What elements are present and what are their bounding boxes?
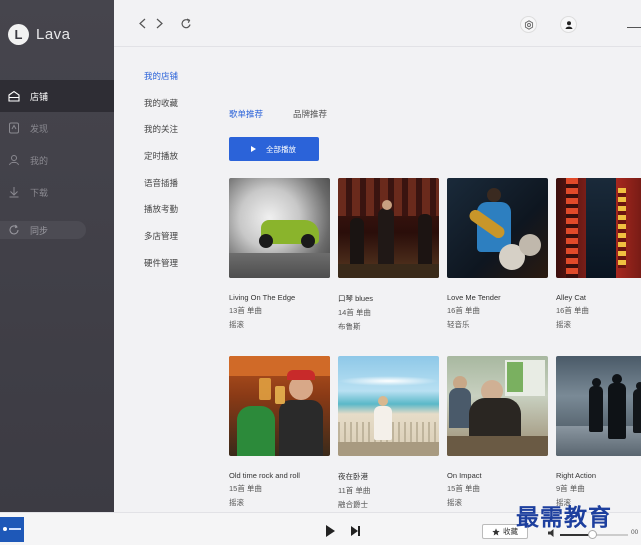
sidebar-item-discover[interactable]: 发现 [0, 112, 114, 144]
logo-icon: L [8, 24, 29, 45]
compass-icon [8, 122, 20, 134]
watermark: 最需教育 [516, 504, 612, 531]
store-icon [8, 90, 20, 102]
sidebar-item-label: 店铺 [30, 91, 49, 102]
playlist-cover[interactable] [338, 178, 439, 278]
playlist-title: Old time rock and roll [229, 471, 300, 480]
playlist-genre: 摇滚 [556, 320, 571, 329]
playlist-cover[interactable] [447, 356, 548, 456]
sidebar-item-mine[interactable]: 我的 [0, 144, 114, 176]
playlist-count: 11首 单曲 [338, 486, 371, 495]
playlist-count: 13首 单曲 [229, 306, 262, 315]
sidebar-item-sync[interactable]: 同步 [0, 221, 86, 239]
user-icon [8, 154, 20, 166]
app-name: Lava [36, 26, 71, 43]
playlist-card[interactable]: 口琴 blues 14首 单曲 布鲁斯 [338, 178, 439, 332]
playlist-card[interactable]: On Impact 15首 单曲 摇滚 [447, 356, 548, 508]
sidebar-nav: 店铺 发现 我的 下载 [0, 80, 114, 208]
subnav-item-scheduled[interactable]: 定时播放 [144, 150, 178, 177]
sidebar-item-label: 下载 [30, 187, 49, 198]
app-logo[interactable]: L Lava [8, 24, 71, 45]
playlist-genre: 轻音乐 [447, 320, 470, 329]
subnav-item-favorites[interactable]: 我的收藏 [144, 97, 178, 124]
playlist-title: 口琴 blues [338, 294, 374, 303]
playlist-genre: 融合爵士 [338, 500, 368, 509]
playlist-card[interactable]: Old time rock and roll 15首 单曲 摇滚 [229, 356, 330, 508]
tab-playlist-recommend[interactable]: 歌单推荐 [229, 108, 263, 120]
sidebar-item-label: 同步 [30, 225, 49, 236]
play-all-label: 全部播放 [266, 144, 296, 154]
tab-brand-recommend[interactable]: 品牌推荐 [293, 108, 327, 120]
playlist-cover[interactable] [229, 356, 330, 456]
playlist-title: 夜在卧港 [338, 472, 368, 481]
playlist-count: 16首 单曲 [447, 306, 480, 315]
download-icon [8, 186, 20, 198]
playlist-card[interactable]: Living On The Edge 13首 单曲 摇滚 [229, 178, 330, 330]
playlist-count: 15首 单曲 [447, 484, 480, 493]
chevron-left-icon[interactable] [138, 18, 147, 31]
playlist-cover[interactable] [447, 178, 548, 278]
subnav-item-following[interactable]: 我的关注 [144, 123, 178, 150]
playback-time: 00 [631, 529, 639, 536]
play-icon[interactable] [326, 525, 335, 537]
subnav-item-attendance[interactable]: 播放考勤 [144, 203, 178, 230]
playlist-count: 14首 单曲 [338, 308, 371, 317]
refresh-icon[interactable] [180, 18, 192, 32]
subnav-item-my-store[interactable]: 我的店铺 [144, 70, 178, 97]
playlist-cover[interactable] [556, 178, 641, 278]
sidebar: L Lava 店铺 发现 我的 下载 同步 [0, 0, 114, 512]
playlist-genre: 摇滚 [229, 498, 244, 507]
store-subnav: 我的店铺 我的收藏 我的关注 定时播放 语音插播 播放考勤 多店管理 硬件管理 [144, 70, 178, 284]
play-icon [251, 146, 256, 152]
playlist-count: 16首 单曲 [556, 306, 589, 315]
sidebar-item-label: 我的 [30, 155, 49, 166]
minimize-icon[interactable] [627, 27, 641, 28]
star-icon [492, 527, 500, 535]
playlist-count: 9首 单曲 [556, 484, 585, 493]
user-icon [565, 20, 572, 29]
playlist-card[interactable]: Right Action 9首 单曲 摇滚 [556, 356, 641, 508]
playlist-title: Love Me Tender [447, 293, 501, 302]
playlist-title: Living On The Edge [229, 293, 296, 302]
user-avatar-button[interactable] [560, 16, 577, 33]
playlist-card[interactable]: Love Me Tender 16首 单曲 轻音乐 [447, 178, 548, 330]
top-bar [114, 0, 641, 47]
sidebar-item-label: 发现 [30, 123, 49, 134]
gear-icon[interactable] [520, 16, 537, 33]
playlist-card[interactable]: 夜在卧港 11首 单曲 融合爵士 [338, 356, 439, 510]
playlist-title: Alley Cat [556, 293, 587, 302]
content-tabs: 歌单推荐 品牌推荐 [229, 108, 357, 120]
playlist-genre: 摇滚 [229, 320, 244, 329]
sidebar-item-download[interactable]: 下载 [0, 176, 114, 208]
next-track-icon[interactable] [351, 526, 360, 536]
now-playing-cover[interactable] [0, 517, 24, 542]
subnav-item-multi-store[interactable]: 多店管理 [144, 230, 178, 257]
playlist-genre: 布鲁斯 [338, 322, 361, 331]
subnav-item-voice-insert[interactable]: 语音插播 [144, 177, 178, 204]
playlist-title: On Impact [447, 471, 482, 480]
playlist-title: Right Action [556, 471, 597, 480]
sync-icon [8, 224, 20, 236]
playlist-count: 15首 单曲 [229, 484, 262, 493]
playlist-cover[interactable] [338, 356, 439, 456]
playlist-cover[interactable] [556, 356, 641, 456]
chevron-right-icon[interactable] [155, 18, 164, 31]
play-all-button[interactable]: 全部播放 [229, 137, 319, 161]
sidebar-item-store[interactable]: 店铺 [0, 80, 114, 112]
playlist-card[interactable]: Alley Cat 16首 单曲 摇滚 [556, 178, 641, 330]
playlist-cover[interactable] [229, 178, 330, 278]
subnav-item-hardware[interactable]: 硬件管理 [144, 257, 178, 284]
